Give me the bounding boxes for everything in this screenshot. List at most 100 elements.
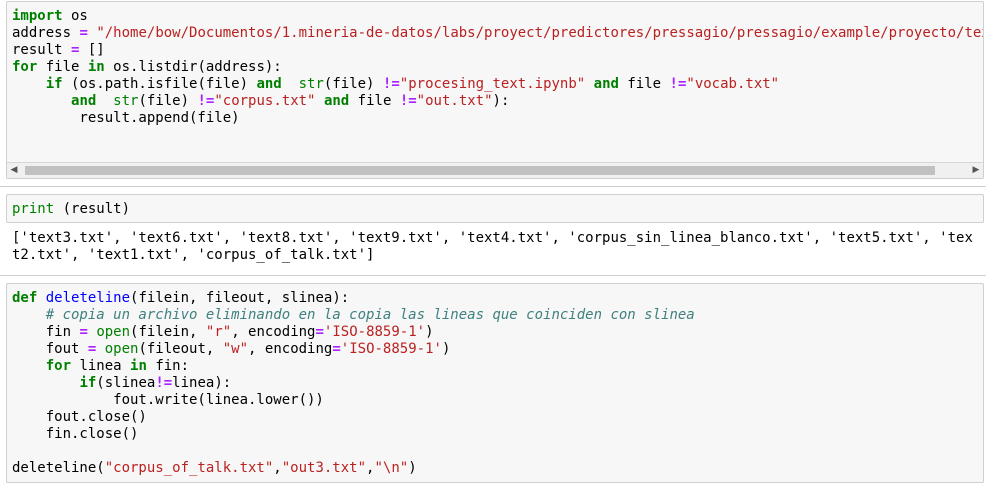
code-line: print (result) bbox=[12, 201, 983, 218]
code-token: , encoding bbox=[248, 341, 333, 357]
scroll-right-arrow-icon[interactable]: ▶ bbox=[969, 163, 983, 178]
cell-output: ['text3.txt', 'text6.txt', 'text8.txt', … bbox=[12, 230, 982, 264]
code-token: in bbox=[130, 358, 147, 374]
code-token: file bbox=[37, 59, 88, 75]
code-token: str bbox=[113, 93, 139, 109]
scrollbar-thumb[interactable] bbox=[25, 166, 935, 175]
code-token: != bbox=[382, 76, 400, 92]
code-token: ) bbox=[441, 341, 451, 357]
code-token: os bbox=[62, 8, 88, 24]
code-token: [] bbox=[79, 42, 105, 58]
code-line: fin = open(filein, "r", encoding='ISO-88… bbox=[12, 324, 983, 341]
code-token: "r" bbox=[205, 324, 232, 340]
code-token: = bbox=[315, 324, 324, 340]
code-token: (fileout, bbox=[138, 341, 223, 357]
code-token: != bbox=[669, 76, 687, 92]
code-line: fout.write(linea.lower()) bbox=[12, 392, 983, 409]
code-line: fout = open(fileout, "w", encoding='ISO-… bbox=[12, 341, 983, 358]
code-line: fin.close() bbox=[12, 426, 983, 443]
code-token: fin: bbox=[146, 358, 190, 374]
code-token: linea bbox=[71, 358, 131, 374]
code-token: fout.close() bbox=[12, 409, 147, 425]
code-token: ) bbox=[408, 460, 417, 476]
code-token: "corpus.txt" bbox=[214, 93, 316, 109]
code-line: for file in os.listdir(address): bbox=[12, 59, 983, 76]
code-token: if bbox=[79, 375, 97, 391]
code-token: (os.path.isfile(file) bbox=[62, 76, 257, 92]
code-token: "w" bbox=[222, 341, 249, 357]
code-token: and bbox=[593, 76, 619, 92]
code-token: fout.write(linea.lower()) bbox=[12, 392, 324, 408]
code-cell-print-result[interactable]: print (result) bbox=[6, 194, 984, 223]
code-line: for linea in fin: bbox=[12, 358, 983, 375]
code-line: deleteline("corpus_of_talk.txt","out3.tx… bbox=[12, 460, 983, 477]
code-cell-deleteline[interactable]: def deleteline(filein, fileout, slinea):… bbox=[6, 283, 984, 483]
code-token: and bbox=[71, 93, 97, 109]
code-token: != bbox=[197, 93, 215, 109]
code-token: str bbox=[298, 76, 324, 92]
code-token: linea): bbox=[172, 375, 232, 391]
code-token: def bbox=[12, 290, 38, 306]
code-token: != bbox=[155, 375, 173, 391]
code-token: and bbox=[256, 76, 282, 92]
code-token: open bbox=[104, 341, 139, 357]
horizontal-scrollbar[interactable]: ◀ ▶ bbox=[7, 162, 983, 178]
code-token: "corpus_of_talk.txt" bbox=[104, 460, 274, 476]
cell-separator bbox=[0, 275, 986, 276]
code-token: if bbox=[45, 76, 63, 92]
code-token: deleteline bbox=[45, 290, 131, 306]
code-token: ): bbox=[492, 93, 510, 109]
code-token: "\n" bbox=[374, 460, 409, 476]
code-token: # copia un archivo eliminando en la copi… bbox=[45, 307, 695, 323]
code-line: # copia un archivo eliminando en la copi… bbox=[12, 307, 983, 324]
code-token: file bbox=[618, 76, 670, 92]
code-editor[interactable]: print (result) bbox=[7, 195, 983, 218]
code-token: 'ISO-8859-1' bbox=[340, 341, 442, 357]
code-token: open bbox=[96, 324, 131, 340]
code-line: result = [] bbox=[12, 42, 983, 59]
code-token: (slinea bbox=[96, 375, 156, 391]
cell-separator bbox=[0, 186, 986, 187]
code-token: for bbox=[12, 59, 38, 75]
code-line: if(slinea!=linea): bbox=[12, 375, 983, 392]
code-token: file bbox=[349, 93, 400, 109]
code-token: "vocab.txt" bbox=[686, 76, 780, 92]
code-token: ) bbox=[425, 324, 434, 340]
code-token: "out.txt" bbox=[416, 93, 493, 109]
code-token: print bbox=[12, 201, 55, 217]
code-line: and str(file) !="corpus.txt" and file !=… bbox=[12, 93, 983, 110]
code-line: def deleteline(filein, fileout, slinea): bbox=[12, 290, 983, 307]
code-token: import bbox=[12, 8, 63, 24]
code-token: "/home/bow/Documentos/1.mineria-de-datos… bbox=[96, 25, 983, 41]
code-token: = bbox=[332, 341, 341, 357]
code-token: (file) bbox=[323, 76, 383, 92]
code-token: fin bbox=[12, 324, 80, 340]
code-line: fout.close() bbox=[12, 409, 983, 426]
code-token: result.append(file) bbox=[12, 110, 240, 126]
code-line: import os bbox=[12, 8, 983, 25]
code-token: != bbox=[399, 93, 417, 109]
code-line: address = "/home/bow/Documentos/1.mineri… bbox=[12, 25, 983, 42]
code-line: if (os.path.isfile(file) and str(file) !… bbox=[12, 76, 983, 93]
code-token: "out3.txt" bbox=[281, 460, 367, 476]
code-token: fin.close() bbox=[12, 426, 139, 442]
code-editor[interactable]: import os address = "/home/bow/Documentos… bbox=[7, 2, 983, 127]
code-token: (filein, fileout, slinea): bbox=[130, 290, 350, 306]
code-editor[interactable]: def deleteline(filein, fileout, slinea):… bbox=[7, 284, 983, 477]
code-token: , bbox=[273, 460, 282, 476]
code-token: 'ISO-8859-1' bbox=[323, 324, 426, 340]
code-cell-list-files[interactable]: import os address = "/home/bow/Documentos… bbox=[6, 1, 984, 179]
scroll-left-arrow-icon[interactable]: ◀ bbox=[7, 163, 21, 178]
code-token: os.listdir(address): bbox=[104, 59, 282, 75]
code-token: (filein, bbox=[130, 324, 206, 340]
